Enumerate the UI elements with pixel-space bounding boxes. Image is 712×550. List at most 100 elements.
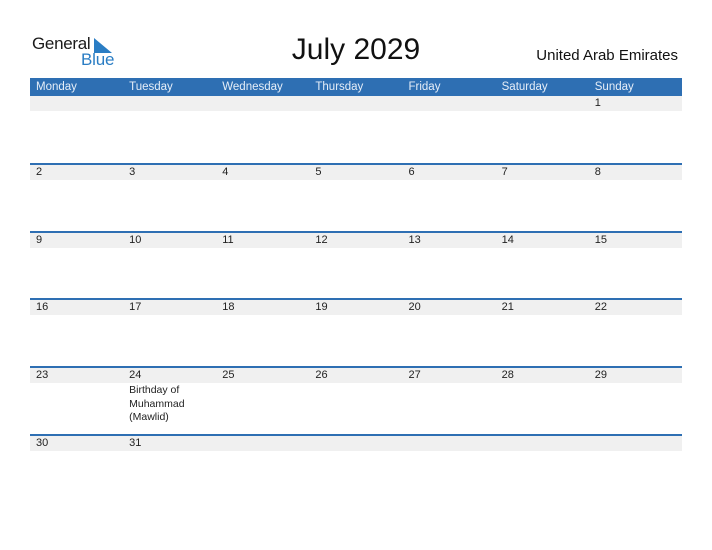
- day-cell-body: [589, 315, 682, 366]
- date-number-row: 23 24 25 26 27 28 29: [30, 368, 682, 383]
- weekday-thursday: Thursday: [315, 81, 364, 93]
- week-row: 16 17 18 19 20 21 22: [30, 298, 682, 366]
- day-cell-body: [309, 315, 402, 366]
- day-number: 3: [123, 165, 217, 180]
- day-number: [30, 96, 124, 111]
- day-number: 26: [309, 368, 403, 383]
- day-number: [588, 436, 682, 451]
- week-row: 2345678: [30, 163, 682, 231]
- day-cell-body: [216, 180, 309, 231]
- day-cell-body: [496, 111, 589, 163]
- day-cell-body: [496, 248, 589, 298]
- day-number: 4: [216, 165, 310, 180]
- day-cell-body: [496, 451, 589, 466]
- calendar-grid: Monday Tuesday Wednesday Thursday Friday…: [30, 78, 682, 466]
- day-number: 30: [30, 436, 124, 451]
- day-number: [216, 96, 310, 111]
- day-cell-body: [589, 383, 682, 434]
- date-number-row: 30 31: [30, 436, 682, 451]
- day-cell-body: [496, 180, 589, 231]
- day-cell-body: [589, 451, 682, 466]
- day-number: 22: [588, 300, 682, 315]
- day-number: 14: [495, 233, 589, 248]
- event-row: [30, 111, 682, 163]
- day-number: [123, 96, 217, 111]
- day-cell-body: [30, 111, 123, 163]
- day-cell-body: [589, 111, 682, 163]
- day-number: 9: [30, 233, 124, 248]
- weekday-saturday: Saturday: [501, 81, 548, 93]
- date-number-row: 9 10 11 12 13 14 15: [30, 233, 682, 248]
- day-number: 31: [123, 436, 217, 451]
- country-label: United Arab Emirates: [536, 47, 678, 64]
- event-row: [30, 451, 682, 466]
- date-number-row: 2345678: [30, 165, 682, 180]
- day-cell-body: [496, 383, 589, 434]
- day-number: 2: [30, 165, 124, 180]
- weekday-sunday: Sunday: [594, 81, 634, 93]
- day-number: 27: [402, 368, 496, 383]
- event-row: Birthday of Muhammad (Mawlid): [30, 383, 682, 434]
- day-number: [402, 96, 496, 111]
- day-cell-body: [30, 248, 123, 298]
- day-cell-body: [309, 111, 402, 163]
- day-cell-body: [30, 315, 123, 366]
- day-cell-body: [403, 111, 496, 163]
- day-number: [309, 96, 403, 111]
- day-cell-body: [403, 180, 496, 231]
- weekday-header: Monday Tuesday Wednesday Thursday Friday…: [30, 78, 682, 96]
- day-number: 8: [588, 165, 682, 180]
- day-number: 7: [495, 165, 589, 180]
- day-cell-body: [123, 451, 216, 466]
- day-cell-body: [216, 383, 309, 434]
- day-number: 16: [30, 300, 124, 315]
- day-cell-body: [589, 180, 682, 231]
- day-number: 12: [309, 233, 403, 248]
- day-cell-body: [403, 451, 496, 466]
- day-cell-body: [216, 315, 309, 366]
- day-number: [309, 436, 403, 451]
- day-number: 17: [123, 300, 217, 315]
- day-cell-body: [123, 111, 216, 163]
- day-number: 24: [123, 368, 217, 383]
- day-cell-body: [30, 383, 123, 434]
- event-row: [30, 315, 682, 366]
- day-number: 11: [216, 233, 310, 248]
- day-cell-body: [309, 180, 402, 231]
- day-number: 10: [123, 233, 217, 248]
- date-number-row: 1: [30, 96, 682, 111]
- week-row: 9 10 11 12 13 14 15: [30, 231, 682, 298]
- day-cell-body: [403, 383, 496, 434]
- date-number-row: 16 17 18 19 20 21 22: [30, 300, 682, 315]
- day-cell-body: [123, 315, 216, 366]
- day-number: 13: [402, 233, 496, 248]
- event-row: [30, 180, 682, 231]
- day-number: 23: [30, 368, 124, 383]
- day-number: 28: [495, 368, 589, 383]
- day-number: 29: [588, 368, 682, 383]
- day-number: 19: [309, 300, 403, 315]
- day-number: 18: [216, 300, 310, 315]
- day-number: 5: [309, 165, 403, 180]
- weekday-wednesday: Wednesday: [222, 81, 283, 93]
- week-row: 30 31: [30, 434, 682, 466]
- day-cell-body: [30, 180, 123, 231]
- week-row: 23 24 25 26 27 28 29 Birthday of Muhammad (Mawl…: [30, 366, 682, 434]
- day-number: 25: [216, 368, 310, 383]
- day-cell-body: [123, 248, 216, 298]
- event-row: [30, 248, 682, 298]
- day-cell-body: [403, 248, 496, 298]
- day-cell-body: [309, 248, 402, 298]
- day-number: 20: [402, 300, 496, 315]
- day-cell-body: [403, 315, 496, 366]
- week-row: 1: [30, 96, 682, 163]
- day-number: 6: [402, 165, 496, 180]
- day-cell-body: [216, 451, 309, 466]
- day-cell-body: [496, 315, 589, 366]
- weekday-tuesday: Tuesday: [129, 81, 173, 93]
- day-cell-body: [30, 451, 123, 466]
- day-number: [216, 436, 310, 451]
- day-cell-body: [216, 248, 309, 298]
- day-cell-body: [589, 248, 682, 298]
- day-number: 15: [588, 233, 682, 248]
